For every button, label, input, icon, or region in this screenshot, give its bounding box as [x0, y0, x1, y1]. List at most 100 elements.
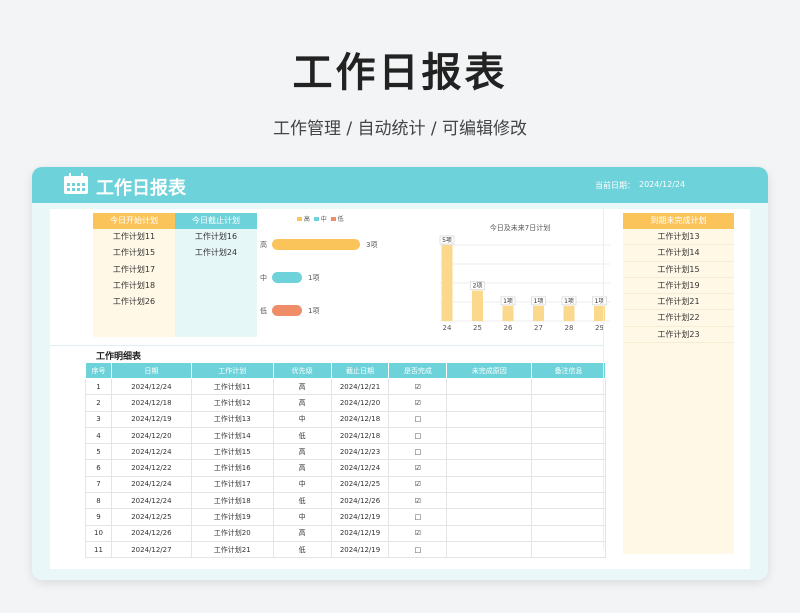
table-cell — [531, 540, 606, 559]
table-cell — [446, 459, 533, 477]
table-cell: 9 — [85, 508, 112, 526]
header-title: 工作日报表 — [96, 178, 186, 199]
today-end-item: 工作计划24 — [194, 248, 238, 258]
table-cell: 2024/12/21 — [330, 377, 390, 396]
weekly-chart: 5项2项1项1项1项1项1项 24252627282930 — [439, 235, 610, 332]
table-row[interactable]: 2 2024/12/18 工作计划12 高 2024/12/20 ☑ — [85, 394, 606, 412]
done-checkbox[interactable]: □ — [388, 443, 448, 461]
priority-bar — [272, 272, 302, 283]
table-cell: 2024/12/18 — [330, 410, 390, 428]
done-checkbox[interactable]: □ — [388, 540, 448, 559]
overdue-item: 工作计划23 — [623, 327, 734, 344]
table-row[interactable]: 3 2024/12/19 工作计划13 中 2024/12/18 □ — [85, 410, 606, 428]
detail-table: 序号 日期 工作计划 优先级 截止日期 是否完成 未完成原因 备注信息 1 2024/12/24… — [85, 362, 606, 559]
table-cell — [531, 492, 606, 510]
table-cell: 高 — [272, 377, 332, 396]
legend-mid: 中 — [320, 216, 327, 223]
table-cell: 工作计划15 — [190, 443, 274, 461]
table-cell — [446, 410, 533, 428]
priority-value-label: 3项 — [366, 241, 378, 249]
table-cell: 工作计划11 — [190, 377, 274, 396]
overdue-header: 到期未完成计划 — [623, 213, 734, 229]
weekly-chart-title: 今日及未来7日计划 — [489, 224, 551, 232]
column-header[interactable]: 日期 — [110, 362, 192, 379]
table-cell: 2024/12/24 — [330, 459, 390, 477]
column-header[interactable]: 是否完成 — [388, 362, 448, 379]
table-cell: 2024/12/24 — [110, 492, 192, 510]
table-cell — [446, 377, 533, 396]
data-label: 1项 — [564, 298, 574, 305]
done-checkbox[interactable]: ☑ — [388, 475, 448, 494]
column-header[interactable]: 优先级 — [272, 362, 332, 379]
detail-title: 工作明细表 — [96, 352, 142, 362]
table-cell: 2024/12/25 — [110, 508, 192, 526]
date-value[interactable]: 2024/12/24 — [639, 180, 685, 189]
section-divider — [50, 345, 603, 346]
table-row[interactable]: 4 2024/12/20 工作计划14 低 2024/12/18 □ — [85, 426, 606, 445]
today-start-item: 工作计划15 — [112, 248, 156, 258]
priority-bar — [272, 305, 302, 316]
done-checkbox[interactable]: ☑ — [388, 492, 448, 510]
table-cell: 2024/12/22 — [110, 459, 192, 477]
table-cell: 高 — [272, 524, 332, 542]
priority-chart: 高 3项中 1项低 1项 — [260, 229, 390, 339]
table-cell: 2024/12/18 — [330, 426, 390, 445]
table-cell: 2 — [85, 394, 112, 412]
column-header[interactable]: 截止日期 — [330, 362, 390, 379]
table-row[interactable]: 7 2024/12/24 工作计划17 中 2024/12/25 ☑ — [85, 475, 606, 494]
priority-value-label: 1项 — [308, 307, 320, 315]
table-cell — [446, 426, 533, 445]
done-checkbox[interactable]: ☑ — [388, 524, 448, 542]
done-checkbox[interactable]: ☑ — [388, 377, 448, 396]
done-checkbox[interactable]: □ — [388, 410, 448, 428]
priority-legend: 高 中 低 — [297, 214, 344, 223]
today-start-item: 工作计划18 — [112, 280, 156, 290]
table-cell: 11 — [85, 540, 112, 559]
done-checkbox[interactable]: ☑ — [388, 459, 448, 477]
table-row[interactable]: 6 2024/12/22 工作计划16 高 2024/12/24 ☑ — [85, 459, 606, 477]
column-header[interactable]: 备注信息 — [531, 362, 606, 379]
overdue-item: 工作计划21 — [623, 294, 734, 311]
table-cell: 2024/12/20 — [110, 426, 192, 445]
table-cell — [446, 394, 533, 412]
table-row[interactable]: 10 2024/12/26 工作计划20 高 2024/12/19 ☑ — [85, 524, 606, 542]
table-row[interactable]: 11 2024/12/27 工作计划21 低 2024/12/19 □ — [85, 540, 606, 559]
column-header[interactable]: 未完成原因 — [446, 362, 533, 379]
table-cell: 8 — [85, 492, 112, 510]
right-divider — [603, 209, 604, 549]
data-label: 1项 — [503, 298, 513, 305]
calendar-icon — [64, 173, 88, 194]
table-cell — [446, 524, 533, 542]
table-row[interactable]: 5 2024/12/24 工作计划15 高 2024/12/23 □ — [85, 443, 606, 461]
table-cell — [531, 426, 606, 445]
table-row[interactable]: 8 2024/12/24 工作计划18 低 2024/12/26 ☑ — [85, 492, 606, 510]
table-cell: 2024/12/27 — [110, 540, 192, 559]
table-cell: 工作计划17 — [190, 475, 274, 494]
table-cell — [446, 540, 533, 559]
data-label: 5项 — [442, 237, 452, 244]
today-end-header: 今日截止计划 — [175, 213, 257, 229]
table-cell: 2024/12/20 — [330, 394, 390, 412]
table-row[interactable]: 1 2024/12/24 工作计划11 高 2024/12/21 ☑ — [85, 377, 606, 396]
table-cell — [531, 475, 606, 494]
table-cell: 低 — [272, 426, 332, 445]
x-tick-label: 28 — [565, 324, 574, 332]
done-checkbox[interactable]: □ — [388, 426, 448, 445]
table-cell: 中 — [272, 410, 332, 428]
table-row[interactable]: 9 2024/12/25 工作计划19 中 2024/12/19 □ — [85, 508, 606, 526]
column-header[interactable]: 序号 — [85, 362, 112, 379]
table-cell: 2024/12/18 — [110, 394, 192, 412]
data-label: 1项 — [534, 298, 544, 305]
table-cell: 工作计划13 — [190, 410, 274, 428]
table-cell — [531, 394, 606, 412]
column-header[interactable]: 工作计划 — [190, 362, 274, 379]
table-cell: 2024/12/26 — [110, 524, 192, 542]
overdue-list: 工作计划13 工作计划14 工作计划15 工作计划19 工作计划21 工作计划22 工作计划… — [623, 229, 734, 344]
priority-value-label: 1项 — [308, 274, 320, 282]
done-checkbox[interactable]: ☑ — [388, 394, 448, 412]
table-cell — [446, 492, 533, 510]
bar — [441, 245, 453, 321]
page-subtitle: 工作管理 / 自动统计 / 可编辑修改 — [272, 119, 528, 139]
done-checkbox[interactable]: □ — [388, 508, 448, 526]
table-cell — [531, 508, 606, 526]
